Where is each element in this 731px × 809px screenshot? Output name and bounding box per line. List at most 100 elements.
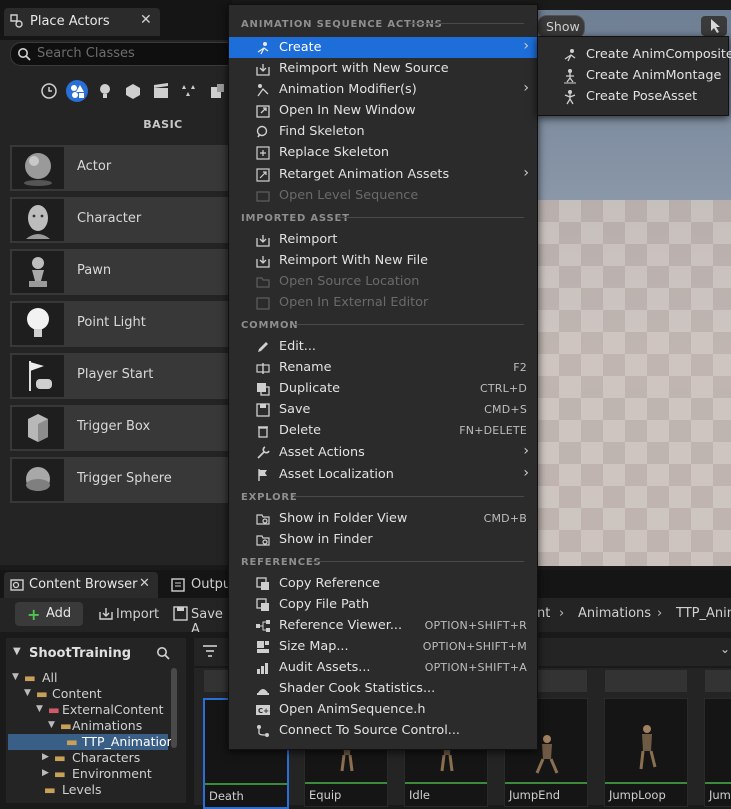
import-button[interactable]: Import (96, 602, 166, 626)
actor-item-player-start[interactable]: Player Start (10, 353, 240, 399)
chevron-down-icon[interactable]: ⌄ (720, 642, 730, 656)
menu-item-find-skeleton[interactable]: Find Skeleton (229, 121, 537, 142)
menu-item-reimport-with-new-source[interactable]: Reimport with New Source (229, 58, 537, 79)
search-icon (17, 47, 31, 61)
menu-item-delete[interactable]: Delete FN+DELETE (229, 420, 537, 441)
asset-tile-jumploop[interactable]: JumpLoop (604, 698, 688, 807)
menu-item-label: Reimport with New Source (279, 61, 449, 76)
anim-montage-icon (564, 69, 576, 84)
actor-item-trigger-sphere[interactable]: Trigger Sphere (10, 457, 240, 503)
menu-item-animation-modifiers[interactable]: Animation Modifier(s) › (229, 79, 537, 100)
menu-item-show-in-finder[interactable]: Show in Finder (229, 529, 537, 550)
place-actors-tab-label: Place Actors (30, 14, 110, 29)
tree-scrollbar[interactable] (171, 668, 177, 748)
menu-item-copy-file-path[interactable]: Copy File Path (229, 594, 537, 615)
output-log-tab[interactable]: Output (166, 572, 236, 598)
search-placeholder: Search Classes (37, 46, 135, 61)
search-classes-input[interactable]: Search Classes (10, 42, 242, 66)
actor-item-label: Actor (77, 159, 112, 174)
tree-item-ttp-animation[interactable]: ▬ TTP_Animation (8, 734, 175, 750)
tree-item-levels[interactable]: ▬ Levels (8, 782, 168, 798)
tree-item-characters[interactable]: ▶ ▬ Characters (8, 750, 168, 766)
shortcut-label: F2 (513, 361, 527, 374)
add-button[interactable]: + Add (15, 602, 83, 626)
audit-icon (257, 663, 268, 674)
menu-item-create-animcomposite[interactable]: Create AnimComposite (538, 44, 731, 65)
import-icon (98, 606, 114, 622)
cinematic-icon[interactable] (150, 80, 172, 102)
section-heading-references: REFERENCES (241, 557, 322, 568)
svg-text:C++: C++ (258, 707, 271, 715)
breadcrumb-segment[interactable]: nt (537, 606, 550, 621)
filter-icon[interactable] (202, 644, 218, 658)
find-icon (256, 125, 268, 138)
chevron-right-icon: › (559, 606, 565, 621)
menu-item-open-animsequence-h[interactable]: C++ Open AnimSequence.h (229, 699, 537, 720)
menu-item-reference-viewer[interactable]: Reference Viewer... OPTION+SHIFT+R (229, 615, 537, 636)
shortcut-label: CMD+S (484, 403, 527, 416)
menu-item-copy-reference[interactable]: Copy Reference (229, 573, 537, 594)
recent-icon[interactable] (38, 80, 60, 102)
chevron-right-icon: › (523, 465, 529, 481)
close-icon[interactable]: ✕ (140, 12, 152, 28)
content-browser-tab[interactable]: Content Browser ✕ (4, 572, 158, 598)
tree-header[interactable]: ▼ ShootTraining (6, 642, 186, 664)
menu-item-audit-assets[interactable]: Audit Assets... OPTION+SHIFT+A (229, 657, 537, 678)
menu-item-reimport-with-new-file[interactable]: Reimport With New File (229, 250, 537, 271)
select-mode-button[interactable] (701, 16, 727, 36)
visual-effects-icon[interactable] (178, 80, 200, 102)
menu-item-label: Rename (279, 360, 332, 375)
menu-item-create-animmontage[interactable]: Create AnimMontage (538, 65, 728, 86)
tree-item-label: Characters (72, 750, 141, 765)
actor-item-actor[interactable]: Actor (10, 145, 240, 191)
menu-item-label: Animation Modifier(s) (279, 82, 417, 97)
tree-item-all[interactable]: ▼ ▬ All (8, 670, 168, 686)
wrench-icon (257, 446, 270, 459)
menu-item-reimport[interactable]: Reimport (229, 229, 537, 250)
save-all-button[interactable]: Save A (172, 602, 232, 637)
lights-icon[interactable] (94, 80, 116, 102)
menu-item-retarget-animation-assets[interactable]: Retarget Animation Assets › (229, 164, 537, 185)
menu-item-create[interactable]: Create › (229, 37, 537, 58)
tree-item-content[interactable]: ▼ ▬ Content (8, 686, 168, 702)
place-actors-tab[interactable]: Place Actors ✕ (4, 8, 160, 36)
tree-item-label: ExternalContent (62, 702, 164, 717)
actor-item-point-light[interactable]: Point Light (10, 301, 240, 347)
folder-icon: ▬ (24, 670, 36, 685)
tree-item-animations[interactable]: ▼ ▬ Animations (8, 718, 168, 734)
menu-item-asset-actions[interactable]: Asset Actions › (229, 442, 537, 463)
menu-item-label: Find Skeleton (279, 124, 365, 139)
basic-icon[interactable] (66, 80, 88, 102)
reimport-icon (256, 64, 270, 76)
shapes-icon[interactable] (122, 80, 144, 102)
menu-item-edit[interactable]: Edit... (229, 336, 537, 357)
shader-icon (257, 689, 269, 695)
folder-icon: ▬ (54, 766, 66, 781)
breadcrumb-segment[interactable]: TTP_Anim (676, 606, 731, 621)
tree-item-environment[interactable]: ▶ ▬ Environment (8, 766, 168, 782)
anim-composite-icon (564, 49, 576, 62)
tree-item-externalcontent[interactable]: ▼ ▬ ExternalContent (8, 702, 168, 718)
menu-item-rename[interactable]: Rename F2 (229, 357, 537, 378)
asset-tile-jumpstart[interactable]: Jum (704, 698, 731, 807)
cursor-icon (711, 19, 720, 33)
close-icon[interactable]: ✕ (139, 576, 150, 591)
menu-item-connect-to-source-control[interactable]: Connect To Source Control... (229, 720, 537, 741)
menu-item-asset-localization[interactable]: Asset Localization › (229, 464, 537, 485)
menu-item-replace-skeleton[interactable]: Replace Skeleton (229, 142, 537, 163)
volumes-icon[interactable] (206, 80, 228, 102)
actor-item-pawn[interactable]: Pawn (10, 249, 240, 295)
pose-asset-icon (564, 90, 576, 105)
menu-item-shader-cook-statistics[interactable]: Shader Cook Statistics... (229, 678, 537, 699)
menu-item-size-map[interactable]: Size Map... OPTION+SHIFT+M (229, 636, 537, 657)
actor-item-trigger-box[interactable]: Trigger Box (10, 405, 240, 451)
output-log-icon (171, 577, 185, 593)
menu-item-create-poseasset[interactable]: Create PoseAsset (538, 86, 728, 107)
menu-item-show-in-folder-view[interactable]: Show in Folder View CMD+B (229, 508, 537, 529)
search-icon[interactable] (156, 646, 170, 660)
breadcrumb-segment[interactable]: Animations (578, 606, 651, 621)
menu-item-duplicate[interactable]: Duplicate CTRL+D (229, 378, 537, 399)
actor-item-character[interactable]: Character (10, 197, 240, 243)
menu-item-open-in-new-window[interactable]: Open In New Window (229, 100, 537, 121)
menu-item-save[interactable]: Save CMD+S (229, 399, 537, 420)
